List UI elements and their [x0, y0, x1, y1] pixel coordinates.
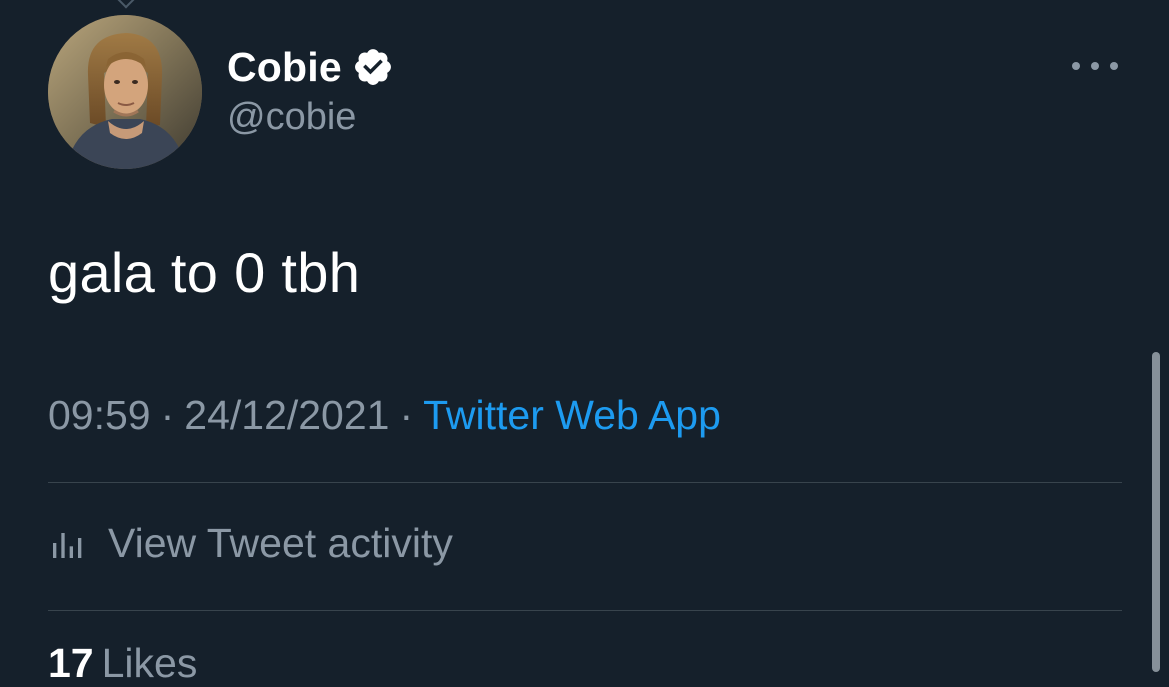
- avatar[interactable]: [48, 15, 202, 169]
- likes-count: 17: [48, 640, 94, 686]
- more-options-icon[interactable]: [1072, 58, 1118, 74]
- tweet-detail: Cobie @cobie gala to 0 tbh 09:59 · 24/12/2…: [0, 0, 1169, 686]
- tweet-text: gala to 0 tbh: [48, 241, 361, 304]
- activity-label: View Tweet activity: [108, 519, 453, 566]
- view-tweet-activity-button[interactable]: View Tweet activity: [48, 516, 453, 570]
- tweet-meta: 09:59 · 24/12/2021 · Twitter Web App: [48, 392, 721, 439]
- scrollbar[interactable]: [1152, 352, 1160, 672]
- likes-stat[interactable]: 17 Likes: [48, 640, 197, 687]
- dot: [1110, 62, 1118, 70]
- meta-separator: ·: [160, 392, 175, 438]
- dot: [1091, 62, 1099, 70]
- verified-badge-icon: [354, 49, 391, 85]
- tweet-time[interactable]: 09:59: [48, 392, 151, 438]
- bar-chart-icon: [53, 533, 82, 558]
- divider: [48, 610, 1122, 611]
- likes-label: Likes: [101, 640, 198, 686]
- tweet-source-link[interactable]: Twitter Web App: [423, 392, 721, 438]
- chevron-icon: [117, 0, 135, 9]
- divider: [48, 482, 1122, 483]
- tweet-date[interactable]: 24/12/2021: [184, 392, 389, 438]
- author-name-row[interactable]: Cobie: [227, 40, 394, 94]
- display-name[interactable]: Cobie: [227, 44, 342, 91]
- avatar-photo: [48, 15, 202, 169]
- dot: [1072, 62, 1080, 70]
- meta-separator: ·: [399, 392, 414, 438]
- user-handle[interactable]: @cobie: [227, 96, 356, 139]
